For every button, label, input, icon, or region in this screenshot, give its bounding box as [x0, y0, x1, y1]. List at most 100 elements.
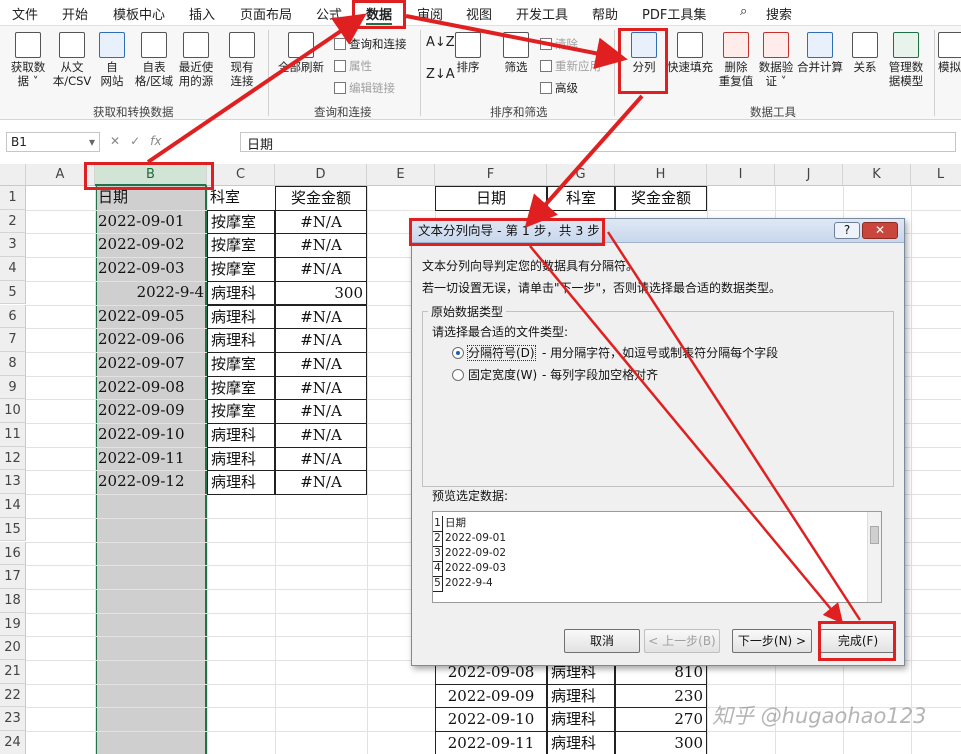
cell-date-right[interactable]: 2022-09-09 [435, 683, 547, 709]
cell-date[interactable]: 2022-09-11 [95, 447, 207, 472]
cancel-button[interactable]: 取消 [564, 629, 640, 653]
cell-bonus[interactable]: #N/A [275, 257, 367, 282]
cell-dept[interactable]: 病理科 [207, 328, 275, 353]
cell-date[interactable]: 2022-09-03 [95, 257, 207, 282]
row-header[interactable]: 16 [0, 541, 26, 566]
back-button[interactable]: < 上一步(B) [644, 629, 720, 653]
column-header[interactable]: E [367, 164, 435, 186]
cell-bonus[interactable]: #N/A [275, 399, 367, 424]
row-header[interactable]: 13 [0, 470, 26, 495]
select-all-corner[interactable] [0, 164, 26, 186]
tab-templates[interactable]: 模板中心 [113, 4, 165, 23]
cell-dept-right[interactable]: 病理科 [547, 707, 615, 733]
sort-az-icon[interactable]: A↓Z [426, 36, 455, 50]
cell-dept[interactable]: 按摩室 [207, 233, 275, 259]
search-label[interactable]: 搜索 [766, 4, 792, 23]
data-validation-button[interactable]: 数据验 证 ˅ [756, 32, 796, 88]
cell-bonus[interactable]: #N/A [275, 375, 367, 401]
fx-icon[interactable]: fx [150, 134, 161, 148]
preview-hscroll[interactable] [432, 597, 882, 607]
cell-dept[interactable]: 病理科 [207, 470, 275, 496]
delimited-option[interactable]: 分隔符号(D) [452, 344, 536, 361]
column-header[interactable]: L [911, 164, 961, 186]
cell-bonus[interactable]: #N/A [275, 446, 367, 472]
cell-date-right[interactable]: 2022-09-11 [435, 731, 547, 754]
tab-formulas[interactable]: 公式 [316, 4, 342, 23]
cell-dept[interactable]: 按摩室 [207, 209, 275, 235]
cell-date[interactable]: 2022-09-02 [95, 233, 207, 258]
cell-header-right[interactable]: 日期 [435, 186, 547, 211]
cell-date[interactable]: 2022-09-05 [95, 305, 207, 330]
help-button[interactable]: ? [834, 222, 860, 239]
existing-connections-button[interactable]: 现有 连接 [222, 32, 262, 88]
consolidate-button[interactable]: 合并计算 [796, 32, 844, 74]
cell-dept[interactable]: 按摩室 [207, 399, 275, 424]
delimited-radio[interactable] [452, 347, 464, 359]
row-header[interactable]: 24 [0, 731, 26, 754]
tab-file[interactable]: 文件 [12, 4, 38, 23]
cell-dept[interactable]: 病理科 [207, 423, 275, 448]
column-header[interactable]: H [615, 164, 707, 186]
confirm-icon[interactable]: ✓ [130, 134, 150, 148]
recent-sources-button[interactable]: 最近使 用的源 [174, 32, 218, 88]
cell-dept[interactable]: 病理科 [207, 446, 275, 472]
cell-date-right[interactable]: 2022-09-10 [435, 707, 547, 733]
cancel-icon[interactable]: ✕ [110, 134, 130, 148]
reapply-button[interactable]: 重新应用 [540, 58, 601, 74]
cell-header-bonus[interactable]: 奖金金额 [275, 186, 367, 211]
cell-bonus[interactable]: #N/A [275, 423, 367, 448]
cell-date[interactable]: 2022-09-08 [95, 376, 207, 401]
search-icon[interactable]: ⌕ [740, 4, 747, 19]
remove-duplicates-button[interactable]: 删除 重复值 [716, 32, 756, 88]
cell-bonus[interactable]: #N/A [275, 233, 367, 259]
flash-fill-button[interactable]: 快速填充 [666, 32, 714, 74]
row-header[interactable]: 15 [0, 517, 26, 542]
row-header[interactable]: 9 [0, 375, 26, 400]
properties-button[interactable]: 属性 [334, 58, 372, 74]
cell-bonus[interactable]: #N/A [275, 328, 367, 353]
tab-pdf-tools[interactable]: PDF工具集 [642, 4, 706, 23]
row-header[interactable]: 12 [0, 446, 26, 471]
filter-button[interactable]: 筛选 [500, 32, 532, 74]
cell-date[interactable]: 2022-09-09 [95, 399, 207, 424]
row-header[interactable]: 5 [0, 280, 26, 305]
cell-bonus[interactable]: #N/A [275, 209, 367, 235]
row-header[interactable]: 4 [0, 257, 26, 281]
row-header[interactable]: 19 [0, 612, 26, 637]
row-header[interactable]: 23 [0, 707, 26, 732]
get-data-button[interactable]: 获取数 据 ˅ [6, 32, 50, 88]
cell-bonus-right[interactable]: 270 [615, 707, 707, 733]
preview-box[interactable]: 1 日期 2 2022-09-01 3 2022-09-02 4 2022-09-03 5 202… [432, 511, 882, 603]
scroll-thumb[interactable] [870, 526, 879, 544]
sort-za-icon[interactable]: Z↓A [426, 68, 455, 82]
fixed-width-radio[interactable] [452, 369, 464, 381]
row-header[interactable]: 22 [0, 683, 26, 708]
chevron-down-icon[interactable]: ▾ [89, 135, 95, 149]
cell-date[interactable]: 2022-9-4 [95, 281, 207, 306]
cell-dept[interactable]: 按摩室 [207, 375, 275, 401]
tab-developer[interactable]: 开发工具 [516, 4, 568, 23]
manage-data-model-button[interactable]: 管理数 据模型 [884, 32, 928, 88]
column-header[interactable]: F [435, 164, 547, 186]
cell-dept[interactable]: 按摩室 [207, 351, 275, 377]
cell-bonus[interactable]: #N/A [275, 351, 367, 377]
cell-dept[interactable]: 病理科 [207, 280, 275, 306]
column-header[interactable]: G [547, 164, 615, 186]
advanced-button[interactable]: 高级 [540, 80, 578, 96]
cell-dept[interactable]: 按摩室 [207, 257, 275, 282]
from-web-button[interactable]: 自 网站 [94, 32, 130, 88]
cell-date[interactable]: 2022-09-06 [95, 328, 207, 353]
cell-dept-right[interactable]: 病理科 [547, 731, 615, 754]
row-header[interactable]: 1 [0, 186, 26, 210]
cell-bonus[interactable]: #N/A [275, 470, 367, 496]
row-header[interactable]: 10 [0, 399, 26, 423]
row-header[interactable]: 21 [0, 660, 26, 684]
cell-date[interactable]: 2022-09-10 [95, 423, 207, 448]
cell-dept-right[interactable]: 病理科 [547, 683, 615, 709]
row-header[interactable]: 18 [0, 588, 26, 613]
sort-button[interactable]: 排序 [452, 32, 484, 74]
cell-dept[interactable]: 病理科 [207, 304, 275, 330]
row-header[interactable]: 14 [0, 494, 26, 518]
tab-help[interactable]: 帮助 [592, 4, 618, 23]
cell-bonus[interactable]: #N/A [275, 304, 367, 330]
